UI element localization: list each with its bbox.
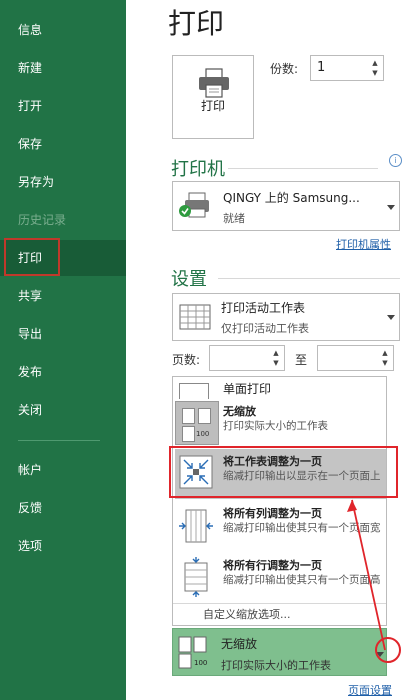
fit-columns-desc: 缩减打印输出使其只有一个页面宽 xyxy=(223,522,381,534)
nav-feedback[interactable]: 反馈 xyxy=(0,490,126,526)
chevron-down-icon xyxy=(387,315,395,320)
print-pane: 打印 打印 份数: 1 ▲ ▼ 打印机 i QINGY 上的 Samsung...… xyxy=(126,0,413,700)
copies-spinner[interactable]: 1 ▲ ▼ xyxy=(310,55,384,81)
pages-to-spinner[interactable]: ▲ ▼ xyxy=(317,345,394,371)
nav-share[interactable]: 共享 xyxy=(0,278,126,314)
copies-value: 1 xyxy=(317,60,326,75)
spin-arrows-icon[interactable]: ▲ ▼ xyxy=(271,348,281,368)
printer-properties-link[interactable]: 打印机属性 xyxy=(336,236,391,252)
print-highlight-box xyxy=(4,238,60,276)
sheet-icon xyxy=(179,304,211,330)
fit-rows-title: 将所有行调整为一页 xyxy=(223,559,322,572)
printer-divider xyxy=(228,168,378,169)
copies-label: 份数: xyxy=(270,62,299,76)
sidebar-divider xyxy=(18,440,100,441)
fit-rows-icon xyxy=(184,557,208,597)
print-button[interactable]: 打印 xyxy=(172,55,254,139)
fit-columns-title: 将所有列调整为一页 xyxy=(223,507,322,520)
printer-ready-icon xyxy=(179,192,209,218)
nav-info[interactable]: 信息 xyxy=(0,12,126,48)
settings-divider xyxy=(218,278,400,279)
printer-status: 就绪 xyxy=(223,212,245,225)
page-title: 打印 xyxy=(168,7,225,40)
spin-arrows-icon[interactable]: ▲ ▼ xyxy=(370,58,380,78)
nav-history: 历史记录 xyxy=(18,213,67,227)
scaling-selected-desc: 打印实际大小的工作表 xyxy=(221,659,331,672)
scaling-dropdown[interactable]: 100 无缩放 打印实际大小的工作表 xyxy=(172,628,387,676)
pages-label: 页数: xyxy=(172,353,201,367)
scaling-menu: 单面打印 100 无缩放 打印实际大小的工作表 将工作表调整为一页 缩减打印输出… xyxy=(172,376,387,626)
nav-save[interactable]: 保存 xyxy=(0,126,126,162)
settings-heading: 设置 xyxy=(171,269,207,290)
nav-close[interactable]: 关闭 xyxy=(0,392,126,428)
chevron-down-icon xyxy=(387,205,395,210)
fit-columns-icon xyxy=(179,509,213,543)
nav-new[interactable]: 新建 xyxy=(0,50,126,86)
single-sided-label: 单面打印 xyxy=(223,382,272,396)
dropdown-annotation-circle xyxy=(375,637,401,663)
backstage-sidebar: 信息 新建 打开 保存 另存为 历史记录 打印 共享 导出 发布 关闭 帐户 反… xyxy=(0,0,126,700)
menu-item-fit-rows[interactable]: 将所有行调整为一页 缩减打印输出使其只有一个页面高 xyxy=(173,553,386,603)
no-scaling-icon: 100 xyxy=(175,401,219,445)
no-scaling-title: 无缩放 xyxy=(223,405,256,418)
menu-item-no-scaling[interactable]: 100 无缩放 打印实际大小的工作表 xyxy=(173,399,386,447)
print-scope-dropdown[interactable]: 打印活动工作表 仅打印活动工作表 xyxy=(172,293,400,341)
nav-options[interactable]: 选项 xyxy=(0,528,126,564)
printer-dropdown[interactable]: QINGY 上的 Samsung... 就绪 xyxy=(172,181,400,231)
printer-name: QINGY 上的 Samsung... xyxy=(223,191,360,205)
page-setup-link[interactable]: 页面设置 xyxy=(348,682,392,698)
nav-export[interactable]: 导出 xyxy=(0,316,126,352)
printer-heading: 打印机 xyxy=(171,159,225,180)
printer-icon xyxy=(199,68,229,98)
menu-item-custom-scaling[interactable]: 自定义缩放选项... xyxy=(173,605,386,625)
menu-item-fit-columns[interactable]: 将所有列调整为一页 缩减打印输出使其只有一个页面宽 xyxy=(173,501,386,551)
fit-rows-desc: 缩减打印输出使其只有一个页面高 xyxy=(223,574,381,586)
nav-save-as[interactable]: 另存为 xyxy=(0,164,126,200)
scope-desc: 仅打印活动工作表 xyxy=(221,322,309,335)
single-sided-icon xyxy=(179,383,209,399)
pages-to-label: 至 xyxy=(295,353,308,367)
thumb-number: 100 xyxy=(194,659,208,667)
thumb-number: 100 xyxy=(196,430,210,438)
pages-from-spinner[interactable]: ▲ ▼ xyxy=(209,345,285,371)
menu-divider xyxy=(173,603,386,604)
nav-open[interactable]: 打开 xyxy=(0,88,126,124)
no-scaling-desc: 打印实际大小的工作表 xyxy=(223,420,328,432)
fit-sheet-annotation-box xyxy=(169,446,398,498)
nav-publish[interactable]: 发布 xyxy=(0,354,126,390)
nav-account[interactable]: 帐户 xyxy=(0,452,126,488)
scaling-selected-title: 无缩放 xyxy=(221,637,258,651)
custom-scaling-label: 自定义缩放选项... xyxy=(203,608,291,621)
info-icon[interactable]: i xyxy=(389,154,402,167)
print-button-label: 打印 xyxy=(200,99,225,113)
menu-item-single-sided[interactable]: 单面打印 xyxy=(173,377,386,399)
scope-title: 打印活动工作表 xyxy=(221,301,306,315)
spin-arrows-icon[interactable]: ▲ ▼ xyxy=(380,348,390,368)
